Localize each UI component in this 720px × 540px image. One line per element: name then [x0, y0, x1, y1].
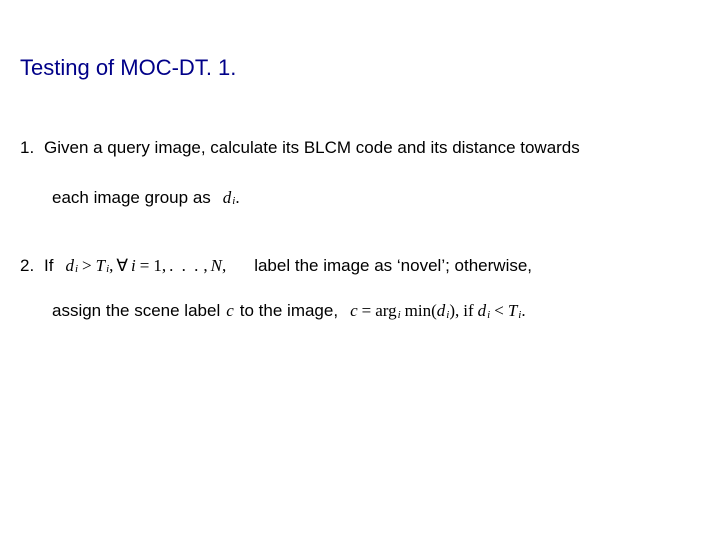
list-item-1-line2: each image group as di. — [20, 186, 700, 210]
list-item-1: 1.Given a query image, calculate its BLC… — [20, 136, 700, 210]
item2-if: If — [44, 254, 53, 278]
list-item-2-line2: assign the scene label c to the image, c… — [20, 299, 700, 323]
item2-assign-text-b: to the image, — [240, 299, 338, 323]
item2-assign-text-a: assign the scene label — [52, 299, 220, 323]
slide-title: Testing of MOC-DT. 1. — [20, 55, 700, 81]
item2-after-cond: label the image as ‘novel’; otherwise, — [254, 254, 532, 278]
list-item-1-line1: 1.Given a query image, calculate its BLC… — [20, 136, 700, 160]
formula-assignment: c = argi min(di), if di < Ti. — [350, 299, 526, 323]
formula-di: di. — [223, 186, 240, 210]
var-c: c — [226, 299, 234, 323]
list-item-2: 2.If di > Ti, ∀i = 1, . . . , N, label t… — [20, 254, 700, 324]
formula-condition: di > Ti, ∀i = 1, . . . , N, — [65, 254, 226, 278]
item1-text-b: each image group as — [52, 186, 211, 210]
list-item-2-line1: 2.If di > Ti, ∀i = 1, . . . , N, label t… — [20, 254, 700, 278]
list-number-1: 1. — [20, 136, 44, 160]
list-number-2: 2. — [20, 254, 44, 278]
item1-text-a: Given a query image, calculate its BLCM … — [44, 138, 580, 157]
slide: Testing of MOC-DT. 1. 1.Given a query im… — [0, 0, 720, 540]
slide-body: 1.Given a query image, calculate its BLC… — [20, 136, 700, 323]
